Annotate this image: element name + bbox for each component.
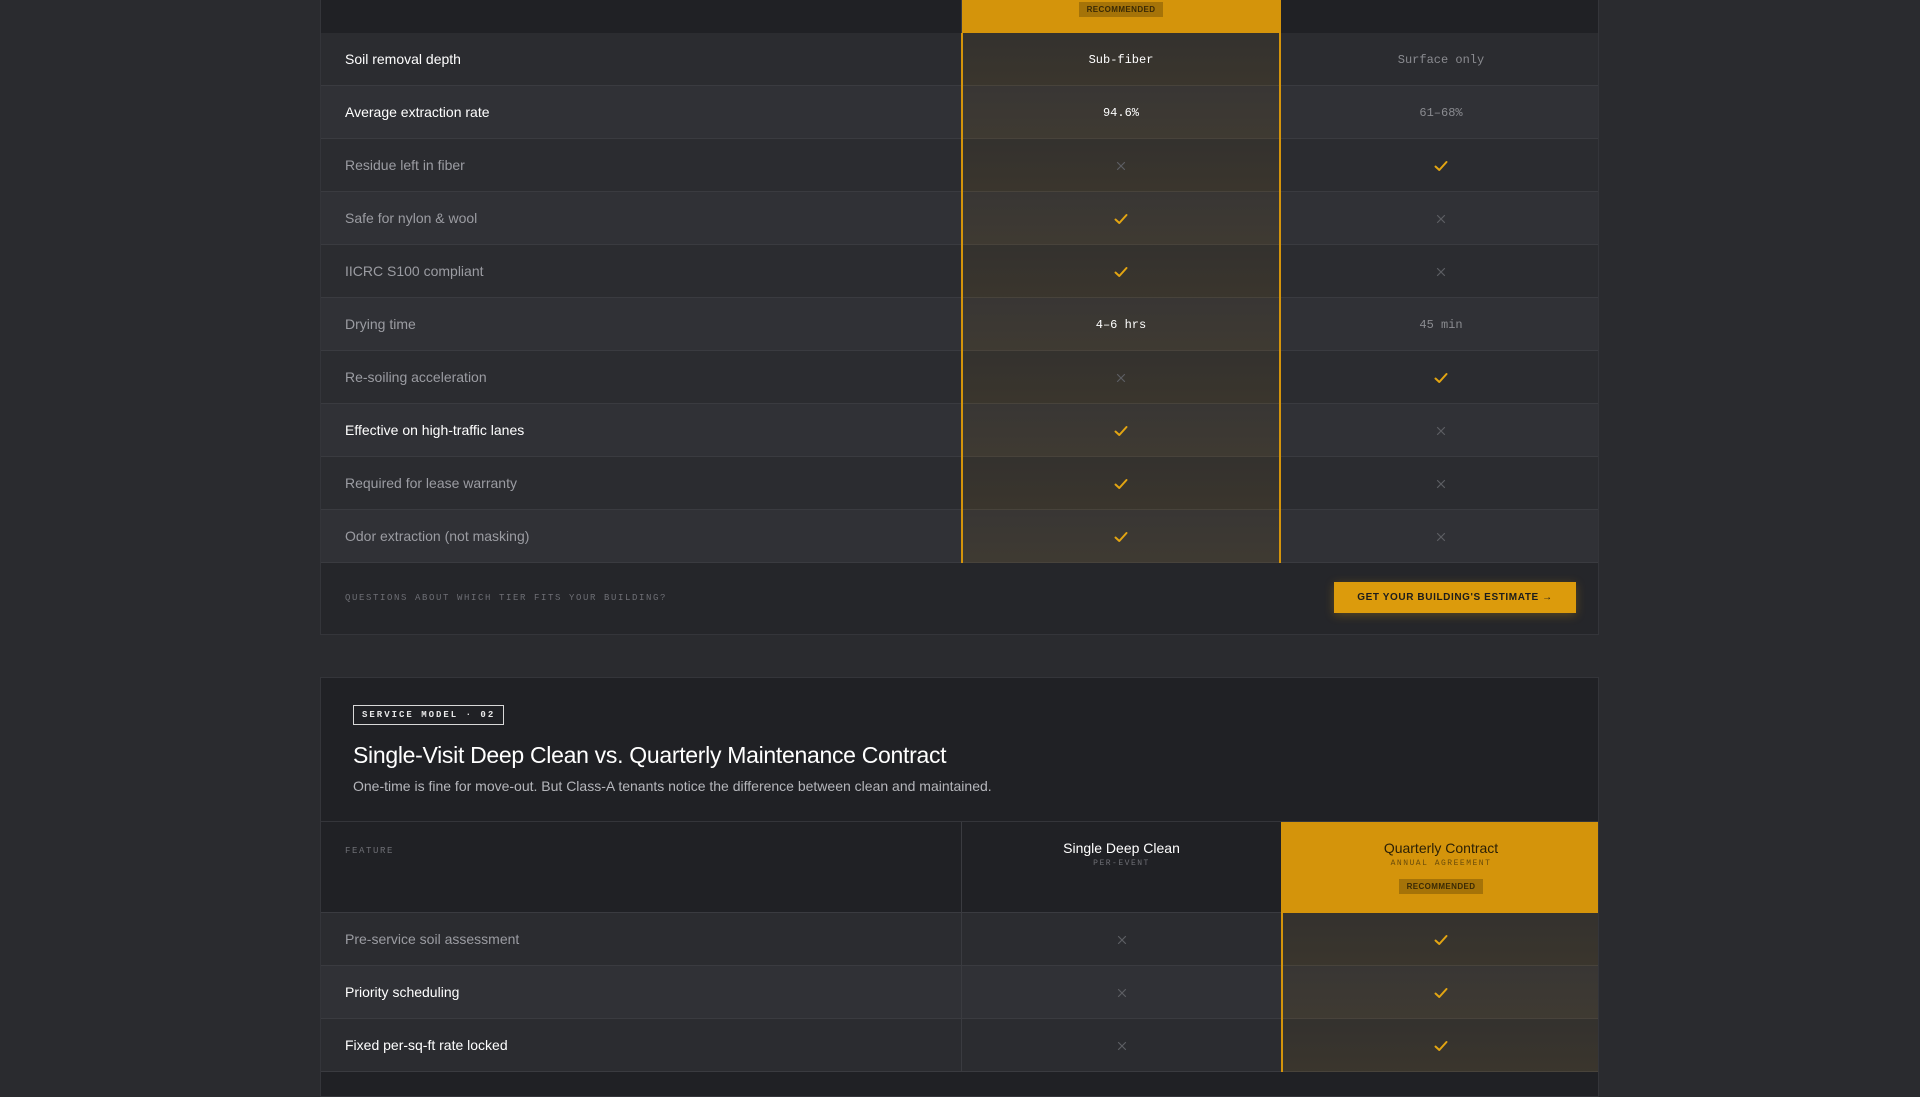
check-icon xyxy=(1114,213,1128,224)
table-row: Fixed per-sq-ft rate locked xyxy=(321,1019,1598,1072)
feature-label: Soil removal depth xyxy=(345,51,461,67)
recommended-cell xyxy=(961,404,1281,457)
table-row: Odor extraction (not masking) xyxy=(321,510,1598,563)
table-row: Pre-service soil assessment xyxy=(321,913,1598,966)
cross-icon xyxy=(1436,532,1446,541)
cell-value: 61–68% xyxy=(1419,105,1463,120)
table-row: Re-soiling acceleration xyxy=(321,351,1598,404)
cross-icon xyxy=(1436,267,1446,276)
alternative-cell xyxy=(1281,510,1598,563)
table2-header-row: FEATURE Single Deep Clean PER-EVENT Quar… xyxy=(321,821,1598,914)
recommended-cell xyxy=(961,457,1281,510)
feature-label: Odor extraction (not masking) xyxy=(345,528,530,544)
single-deep-clean-name: Single Deep Clean xyxy=(1063,840,1180,856)
table1-header-row xyxy=(321,0,1598,34)
cross-icon xyxy=(1117,935,1126,944)
feature-column-header: FEATURE xyxy=(345,846,395,856)
table1-col-divider xyxy=(961,0,962,33)
cell-value: Sub-fiber xyxy=(1088,52,1154,67)
table-row: Effective on high-traffic lanes xyxy=(321,404,1598,457)
alternative-cell xyxy=(1281,404,1598,457)
cross-icon xyxy=(1436,426,1446,435)
comparison-table-2: SERVICE MODEL · 02 Single-Visit Deep Cle… xyxy=(320,677,1599,1097)
quarterly-contract-cell xyxy=(1281,1019,1598,1072)
cross-icon xyxy=(1436,479,1446,488)
table-row: Required for lease warranty xyxy=(321,457,1598,510)
alternative-cell xyxy=(1281,139,1598,192)
check-icon xyxy=(1114,266,1128,277)
check-icon xyxy=(1114,531,1128,542)
section-title: Single-Visit Deep Clean vs. Quarterly Ma… xyxy=(353,742,947,768)
quarterly-contract-header: Quarterly Contract ANNUAL AGREEMENT RECO… xyxy=(1281,822,1598,914)
single-clean-cell xyxy=(961,913,1281,966)
cross-icon xyxy=(1116,161,1126,170)
check-icon xyxy=(1434,1040,1448,1051)
check-icon xyxy=(1434,160,1448,171)
single-clean-cell xyxy=(961,1019,1281,1072)
footer-question: QUESTIONS ABOUT WHICH TIER FITS YOUR BUI… xyxy=(345,593,668,603)
check-icon xyxy=(1114,478,1128,489)
table-row: Safe for nylon & wool xyxy=(321,192,1598,245)
cross-icon xyxy=(1117,1041,1126,1050)
recommended-badge: RECOMMENDED xyxy=(1078,2,1164,17)
comparison-table-1: RECOMMENDED Soil removal depth Sub-fiber S… xyxy=(320,0,1599,635)
recommended-cell: 94.6% xyxy=(961,86,1281,139)
single-clean-cell xyxy=(961,966,1281,1019)
table1-recommended-column-header: RECOMMENDED xyxy=(961,0,1281,33)
cell-value: 4–6 hrs xyxy=(1095,317,1147,332)
check-icon xyxy=(1114,425,1128,436)
table-row: IICRC S100 compliant xyxy=(321,245,1598,298)
table-row: Average extraction rate 94.6% 61–68% xyxy=(321,86,1598,139)
table1-footer: QUESTIONS ABOUT WHICH TIER FITS YOUR BUI… xyxy=(321,563,1598,634)
quarterly-contract-name: Quarterly Contract xyxy=(1383,840,1499,856)
feature-label: Drying time xyxy=(345,316,416,332)
quarterly-contract-sub: ANNUAL AGREEMENT xyxy=(1390,859,1492,868)
feature-label: Effective on high-traffic lanes xyxy=(345,422,525,438)
recommended-cell xyxy=(961,245,1281,298)
table-row: Soil removal depth Sub-fiber Surface only xyxy=(321,33,1598,86)
feature-label: Priority scheduling xyxy=(345,984,460,1000)
recommended-cell xyxy=(961,351,1281,404)
table-row: Drying time 4–6 hrs 45 min xyxy=(321,298,1598,351)
quarterly-contract-cell xyxy=(1281,913,1598,966)
check-icon xyxy=(1434,987,1448,998)
alternative-cell xyxy=(1281,192,1598,245)
cross-icon xyxy=(1117,988,1126,997)
alternative-cell xyxy=(1281,457,1598,510)
feature-label: Pre-service soil assessment xyxy=(345,931,520,947)
recommended-cell: 4–6 hrs xyxy=(961,298,1281,351)
feature-label: Residue left in fiber xyxy=(345,157,465,173)
recommended-cell: Sub-fiber xyxy=(961,33,1281,86)
feature-label: Safe for nylon & wool xyxy=(345,210,478,226)
alternative-cell: 45 min xyxy=(1281,298,1598,351)
feature-label: Re-soiling acceleration xyxy=(345,369,487,385)
table-row: Priority scheduling xyxy=(321,966,1598,1019)
recommended-cell xyxy=(961,192,1281,245)
recommended-cell xyxy=(961,139,1281,192)
feature-label: Average extraction rate xyxy=(345,104,490,120)
feature-label: Fixed per-sq-ft rate locked xyxy=(345,1037,508,1053)
table-row: Residue left in fiber xyxy=(321,139,1598,192)
get-estimate-button[interactable]: GET YOUR BUILDING'S ESTIMATE → xyxy=(1334,582,1576,613)
single-deep-clean-sub: PER-EVENT xyxy=(1093,859,1150,868)
alternative-cell: 61–68% xyxy=(1281,86,1598,139)
feature-label: Required for lease warranty xyxy=(345,475,517,491)
alternative-cell xyxy=(1281,351,1598,404)
cell-value: 94.6% xyxy=(1102,105,1139,120)
quarterly-contract-cell xyxy=(1281,966,1598,1019)
cross-icon xyxy=(1436,214,1446,223)
single-deep-clean-header: Single Deep Clean PER-EVENT xyxy=(961,822,1281,914)
feature-label: IICRC S100 compliant xyxy=(345,263,484,279)
alternative-cell: Surface only xyxy=(1281,33,1598,86)
alternative-cell xyxy=(1281,245,1598,298)
recommended-badge: RECOMMENDED xyxy=(1398,879,1484,894)
check-icon xyxy=(1434,372,1448,383)
cell-value: 45 min xyxy=(1419,317,1463,332)
service-model-tag: SERVICE MODEL · 02 xyxy=(353,705,505,725)
cross-icon xyxy=(1116,373,1126,382)
cell-value: Surface only xyxy=(1397,52,1485,67)
check-icon xyxy=(1434,934,1448,945)
recommended-cell xyxy=(961,510,1281,563)
section-subtitle: One-time is fine for move-out. But Class… xyxy=(353,778,992,794)
